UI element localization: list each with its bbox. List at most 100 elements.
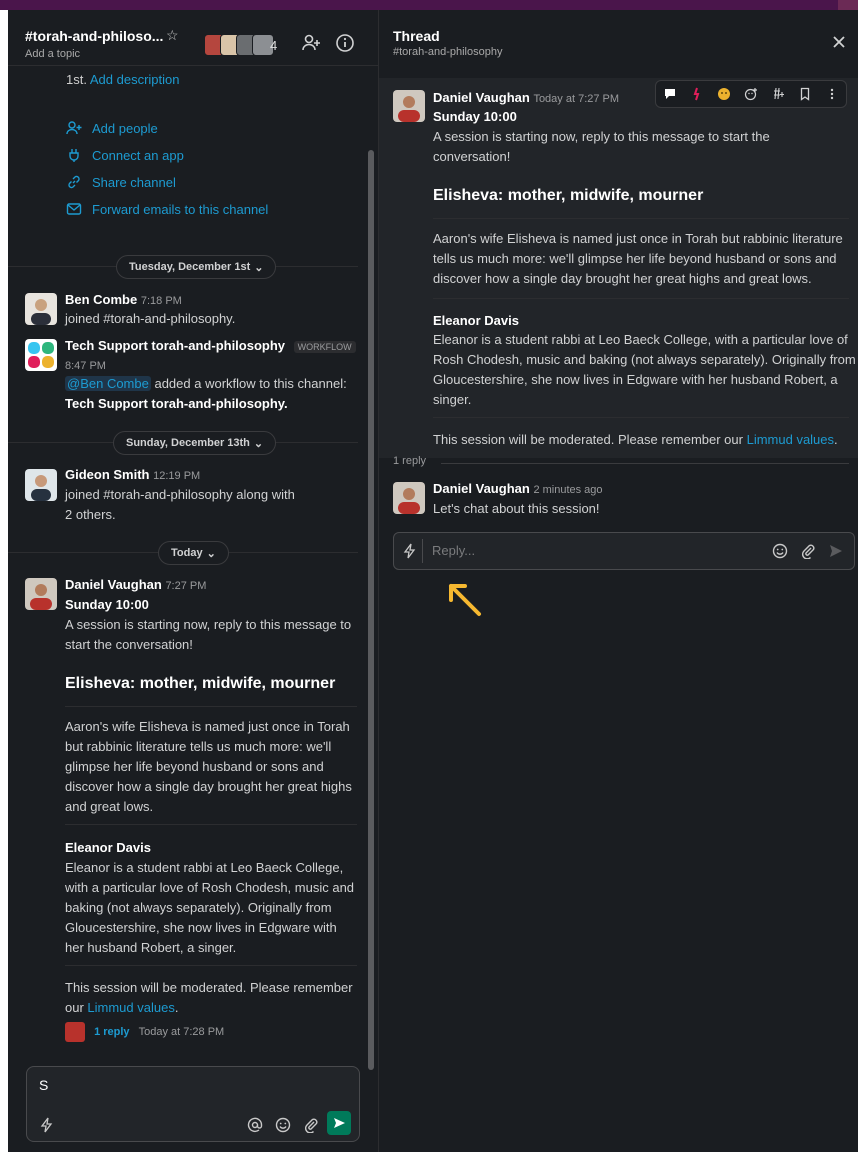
date-pill[interactable]: Tuesday, December 1st ⌄ — [116, 255, 277, 279]
date-pill[interactable]: Today ⌄ — [158, 541, 229, 565]
message-text: Eleanor is a student rabbi at Leo Baeck … — [433, 332, 848, 347]
message-text: discover how a single day brought her gr… — [65, 779, 352, 794]
add-people-button[interactable]: Add people — [66, 118, 158, 138]
message-time[interactable]: Today at 7:27 PM — [533, 93, 619, 105]
action-label: Share channel — [92, 174, 176, 190]
share-channel-button[interactable]: Share channel — [66, 172, 176, 192]
emoji-icon[interactable] — [275, 1117, 291, 1133]
date-pill[interactable]: Sunday, December 13th ⌄ — [113, 431, 277, 455]
action-label: Forward emails to this channel — [92, 201, 269, 217]
channel-header: #torah-and-philoso... ☆ Add a topic 4 — [8, 10, 378, 66]
message-text: with a particular love of Rosh Chodesh, … — [65, 880, 355, 895]
thread-summary[interactable]: 1 reply Today at 7:28 PM — [65, 1022, 224, 1043]
emoji-icon[interactable] — [772, 543, 788, 559]
message-text: A session is starting now, reply to this… — [433, 129, 770, 144]
thread-reply-composer[interactable]: Reply... — [393, 532, 855, 570]
section-divider — [65, 965, 357, 966]
reply-text: Let's chat about this session! — [433, 501, 600, 516]
message-header: Ben Combe 7:18 PM — [65, 290, 182, 311]
forward-emails-button[interactable]: Forward emails to this channel — [66, 199, 268, 219]
message-text: baking (not always separately). Original… — [65, 900, 332, 915]
avatar[interactable] — [393, 482, 425, 514]
star-icon[interactable]: ☆ — [166, 27, 179, 44]
composer-separator — [422, 539, 423, 563]
shortcuts-lightning-icon[interactable] — [402, 543, 418, 559]
action-label: Connect an app — [92, 147, 184, 163]
add-description-link[interactable]: Add description — [90, 72, 180, 87]
thinking-face-reaction-icon[interactable] — [715, 85, 733, 103]
chevron-down-icon: ⌄ — [254, 261, 264, 274]
message-header: Daniel Vaughan 7:27 PM — [65, 575, 206, 596]
shortcuts-lightning-icon[interactable] — [39, 1117, 55, 1133]
channel-title[interactable]: #torah-and-philoso... — [25, 28, 163, 44]
limmud-values-link[interactable]: Limmud values — [87, 1000, 174, 1015]
bookmark-icon[interactable] — [796, 85, 814, 103]
attachment-icon[interactable] — [800, 543, 816, 560]
send-button[interactable] — [327, 1111, 351, 1135]
section-divider — [433, 417, 849, 418]
speech-bubble-reaction-icon[interactable] — [661, 85, 679, 103]
session-heading: Elisheva: mother, midwife, mourner — [65, 675, 336, 692]
message-time[interactable]: 7:18 PM — [141, 295, 182, 307]
avatar[interactable] — [393, 90, 425, 122]
more-actions-icon[interactable] — [823, 85, 841, 103]
reply-count-link[interactable]: 1 reply — [94, 1026, 129, 1038]
avatar[interactable] — [25, 578, 57, 610]
close-icon[interactable] — [831, 34, 847, 50]
add-person-icon — [66, 121, 82, 135]
sender-name[interactable]: Tech Support torah-and-philosophy — [65, 338, 285, 353]
add-topic-link[interactable]: Add a topic — [25, 48, 80, 60]
thread-channel-link[interactable]: #torah-and-philosophy — [393, 46, 502, 58]
message-text: singer. — [433, 392, 472, 407]
party-popper-reaction-icon[interactable] — [688, 85, 706, 103]
reply-count-label: 1 reply — [393, 455, 427, 467]
message-time[interactable]: 2 minutes ago — [533, 484, 602, 496]
message-text: tells us much more: we'll glimpse her li… — [433, 251, 837, 266]
text-suffix: . — [174, 1000, 179, 1015]
reply-input[interactable]: Reply... — [432, 543, 475, 558]
message-time[interactable]: 7:27 PM — [165, 580, 206, 592]
message-text: joined #torah-and-philosophy along with — [65, 487, 295, 502]
message-text: but rabbinic literature tells us much mo… — [65, 739, 332, 754]
sender-name[interactable]: Daniel Vaughan — [433, 90, 530, 105]
annotation-arrow-icon — [449, 584, 481, 616]
message-composer[interactable]: S — [26, 1066, 360, 1142]
workflow-app-icon[interactable] — [25, 339, 57, 371]
mention-icon[interactable] — [247, 1117, 263, 1133]
section-divider — [65, 706, 357, 707]
info-icon[interactable] — [334, 32, 356, 54]
sender-name[interactable]: Daniel Vaughan — [65, 577, 162, 592]
user-mention[interactable]: @Ben Combe — [65, 376, 151, 391]
message-time[interactable]: 8:47 PM — [65, 356, 106, 376]
connect-app-button[interactable]: Connect an app — [66, 145, 184, 165]
message-text: conversation! — [433, 149, 511, 164]
message-time[interactable]: 12:19 PM — [153, 470, 200, 482]
date-label: Today — [171, 547, 203, 559]
sender-name[interactable]: Daniel Vaughan — [433, 481, 530, 496]
limmud-values-link[interactable]: Limmud values — [747, 432, 834, 447]
attachment-icon[interactable] — [303, 1117, 319, 1134]
message-subtitle: Sunday 10:00 — [433, 109, 517, 124]
message-text: Aaron's wife Elisheva is named just once… — [65, 719, 350, 734]
scrollbar[interactable] — [368, 150, 374, 1070]
message-actions-toolbar — [655, 80, 847, 108]
member-count[interactable]: 4 — [270, 38, 277, 53]
message-text: her husband Robert, a singer. — [65, 940, 237, 955]
date-label: Tuesday, December 1st — [129, 261, 251, 273]
add-reaction-icon[interactable] — [742, 85, 760, 103]
sender-name[interactable]: Gideon Smith — [65, 467, 150, 482]
avatar[interactable] — [25, 293, 57, 325]
message-subtitle: Sunday 10:00 — [65, 597, 149, 612]
message-text: This session will be moderated. Please r… — [433, 430, 838, 450]
add-to-channel-icon[interactable] — [769, 85, 787, 103]
section-divider — [65, 824, 357, 825]
avatar[interactable] — [25, 469, 57, 501]
message-text: Aaron's wife Elisheva is named just once… — [433, 231, 843, 246]
composer-text[interactable]: S — [39, 1077, 48, 1093]
text-suffix: . — [834, 432, 838, 447]
add-member-icon[interactable] — [300, 32, 322, 54]
chevron-down-icon: ⌄ — [206, 547, 216, 560]
send-icon — [334, 1118, 345, 1128]
sender-name[interactable]: Ben Combe — [65, 292, 137, 307]
send-icon[interactable] — [828, 543, 844, 559]
